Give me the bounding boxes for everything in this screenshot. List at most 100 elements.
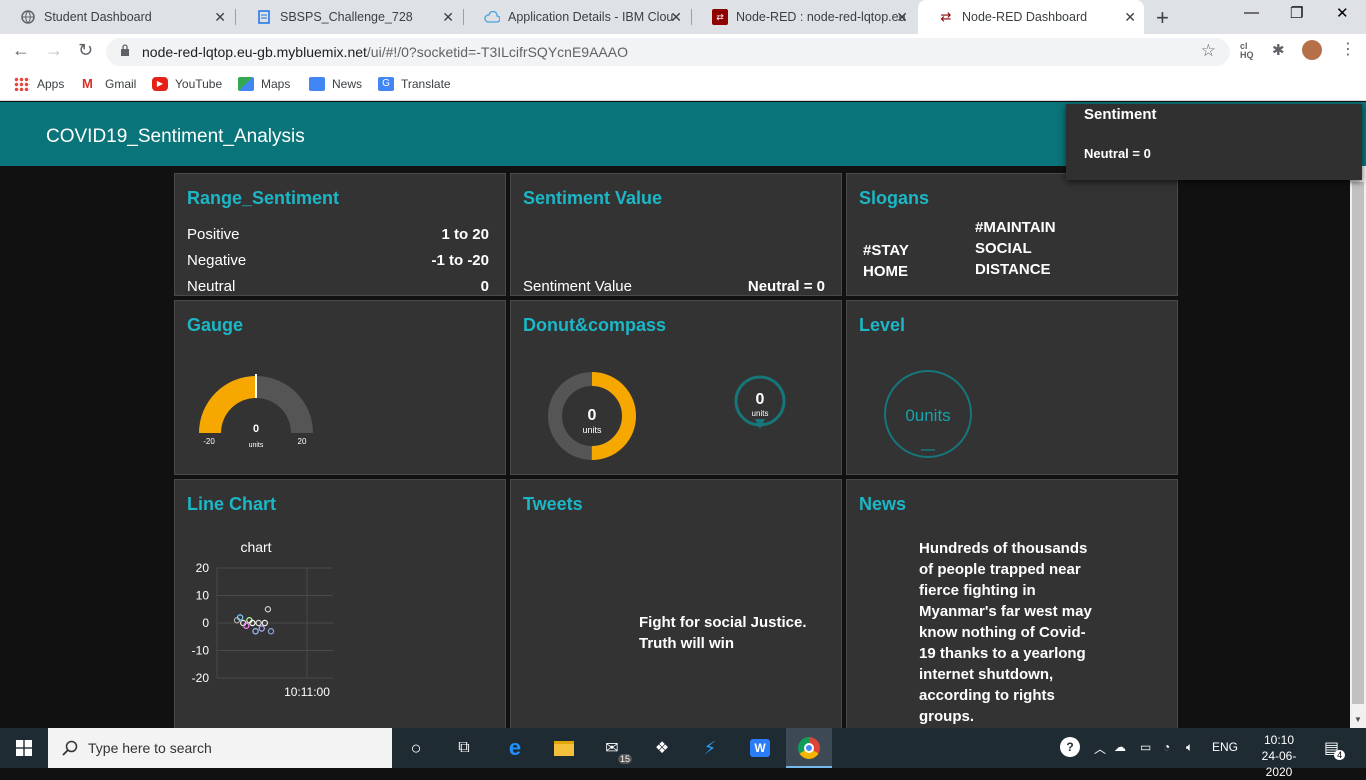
chart-point <box>264 606 272 613</box>
new-tab-icon[interactable]: + <box>1156 5 1169 31</box>
news-line: know nothing of Covid- <box>919 624 1086 641</box>
close-icon[interactable]: ✕ <box>1124 9 1136 26</box>
sentiment-value-row: Sentiment Value Neutral = 0 <box>523 278 825 295</box>
tab-student-dashboard[interactable]: Student Dashboard ✕ <box>0 0 234 34</box>
cortana-icon[interactable]: ○ <box>404 736 428 760</box>
windows-taskbar: Type here to search ○ ⧉ e ✉ 15 ❖ ⚡ W ? ︿ … <box>0 728 1366 779</box>
range-sentiment-card: Range_Sentiment Positive 1 to 20 Negativ… <box>174 173 506 296</box>
dashboard-body: Range_Sentiment Positive 1 to 20 Negativ… <box>0 166 1350 728</box>
youtube-icon: ▶ <box>152 77 168 91</box>
page-scrollbar[interactable]: ▲ ▼ <box>1350 166 1366 728</box>
notification-icon[interactable]: ▤ 4 <box>1324 738 1346 760</box>
document-icon <box>256 9 272 25</box>
bookmark-youtube[interactable]: ▶ YouTube <box>152 77 222 91</box>
scrollbar-thumb[interactable] <box>1352 182 1364 704</box>
y-tick-label: -20 <box>192 671 210 685</box>
edge-icon[interactable]: e <box>503 735 527 760</box>
search-placeholder: Type here to search <box>88 740 212 756</box>
row-label: Negative <box>187 252 247 269</box>
file-explorer-icon[interactable] <box>552 736 576 760</box>
range-row-neutral: Neutral 0 <box>187 278 489 295</box>
news-line: of people trapped near <box>919 561 1081 578</box>
cloud-icon <box>484 9 500 25</box>
close-window-icon[interactable]: ✕ <box>1336 4 1349 22</box>
extensions-puzzle-icon[interactable]: ✱ <box>1272 41 1285 59</box>
sentiment-toast[interactable]: Sentiment Neutral = 0 <box>1066 104 1362 180</box>
url-path: /ui/#!/0?socketid=-T3ILcifrSQYcnE9AAAO <box>366 44 628 60</box>
chrome-taskbar-button[interactable] <box>786 728 832 768</box>
card-title: Slogans <box>859 188 930 208</box>
mail-icon[interactable]: ✉ 15 <box>600 736 632 764</box>
tab-node-red-dashboard[interactable]: ⇄ Node-RED Dashboard ✕ <box>918 0 1144 34</box>
tab-node-red-editor[interactable]: ⇄ Node-RED : node-red-lqtop.eu ✕ <box>692 0 916 34</box>
bookmark-maps[interactable]: Maps <box>238 77 290 91</box>
close-icon[interactable]: ✕ <box>442 9 454 26</box>
chevron-up-icon[interactable]: ︿ <box>1094 740 1106 757</box>
card-title: Tweets <box>523 494 583 514</box>
row-value: Neutral = 0 <box>747 278 825 295</box>
dashboard-title: COVID19_Sentiment_Analysis <box>46 126 305 147</box>
bookmark-translate[interactable]: G Translate <box>378 77 451 91</box>
x-tick-label: 10:11:00 <box>284 685 330 699</box>
wifi-icon[interactable]: ◔ <box>1163 740 1170 754</box>
clock[interactable]: 10:10 24-06-2020 <box>1250 732 1308 780</box>
maps-icon <box>238 77 254 91</box>
close-icon[interactable]: ✕ <box>896 9 908 26</box>
address-bar[interactable]: node-red-lqtop.eu-gb.mybluemix.net/ui/#!… <box>106 38 1230 66</box>
chart-title: chart <box>240 539 271 555</box>
tab-label: Node-RED : node-red-lqtop.eu <box>736 10 906 24</box>
slogans-card: Slogans #STAY HOME #MAINTAIN SOCIAL DIST… <box>846 173 1178 296</box>
profile-avatar[interactable] <box>1302 40 1322 60</box>
taskbar-search[interactable]: Type here to search <box>48 728 392 768</box>
close-icon[interactable]: ✕ <box>670 9 682 26</box>
tab-sbsps-challenge[interactable]: SBSPS_Challenge_728 ✕ <box>236 0 462 34</box>
news-icon <box>309 77 325 91</box>
dropbox-icon[interactable]: ❖ <box>650 736 674 760</box>
restore-icon[interactable]: ❐ <box>1290 4 1303 22</box>
language-indicator[interactable]: ENG <box>1212 740 1238 754</box>
task-view-icon[interactable]: ⧉ <box>452 736 476 760</box>
sentiment-value-card: Sentiment Value Sentiment Value Neutral … <box>510 173 842 296</box>
back-icon[interactable]: ← <box>12 40 30 61</box>
clock-time: 10:10 <box>1263 733 1295 747</box>
level-widget: 0units <box>884 370 972 458</box>
browser-toolbar: ← → ↻ node-red-lqtop.eu-gb.mybluemix.net… <box>0 34 1366 70</box>
scatter-chart: chart 20 10 0 -10 -20 10:11:00 <box>192 539 333 699</box>
range-row-positive: Positive 1 to 20 <box>187 226 489 243</box>
bookmark-label: News <box>332 77 363 91</box>
tab-ibm-cloud[interactable]: Application Details - IBM Clou ✕ <box>464 0 690 34</box>
card-title: Sentiment Value <box>523 188 663 208</box>
help-icon[interactable]: ? <box>1060 737 1080 757</box>
bookmark-label: Apps <box>37 77 65 91</box>
compass-value: 0 <box>756 391 765 408</box>
battery-icon[interactable]: ▭ <box>1140 740 1151 754</box>
volume-icon[interactable]: 🔈︎ <box>1186 740 1193 755</box>
news-card: News Hundreds of thousands of people tra… <box>846 479 1178 728</box>
node-red-icon: ⇄ <box>712 9 728 25</box>
y-tick-label: 20 <box>196 561 210 575</box>
card-title: Level <box>859 315 906 335</box>
vscode-icon[interactable]: ⚡ <box>698 736 722 760</box>
cloud-hq-extension-icon[interactable]: cl HQ <box>1240 42 1254 60</box>
reload-icon[interactable]: ↻ <box>78 40 93 61</box>
onedrive-icon[interactable]: ☁ <box>1114 740 1126 754</box>
bookmark-gmail[interactable]: M Gmail <box>82 77 136 91</box>
chart-point <box>258 625 265 632</box>
compass-widget: 0 units <box>734 375 786 429</box>
slogan-line: DISTANCE <box>975 261 1051 278</box>
toast-title: Sentiment <box>1084 106 1157 123</box>
row-value: -1 to -20 <box>431 252 489 269</box>
windows-start-icon[interactable] <box>16 740 32 756</box>
close-icon[interactable]: ✕ <box>214 9 226 26</box>
minimize-icon[interactable]: — <box>1244 4 1259 21</box>
wps-writer-icon[interactable]: W <box>748 736 772 760</box>
bookmark-news[interactable]: News <box>309 77 362 91</box>
scroll-down-icon[interactable]: ▼ <box>1354 715 1362 724</box>
slogan-line: #STAY <box>863 242 909 259</box>
menu-dots-icon[interactable]: ⋮ <box>1340 39 1356 59</box>
bookmark-star-icon[interactable]: ☆ <box>1201 41 1216 61</box>
bookmark-apps[interactable]: Apps <box>14 77 64 91</box>
news-text: Hundreds of thousands of people trapped … <box>919 538 1092 727</box>
y-tick-label: 0 <box>202 616 209 630</box>
forward-icon[interactable]: → <box>45 40 63 61</box>
